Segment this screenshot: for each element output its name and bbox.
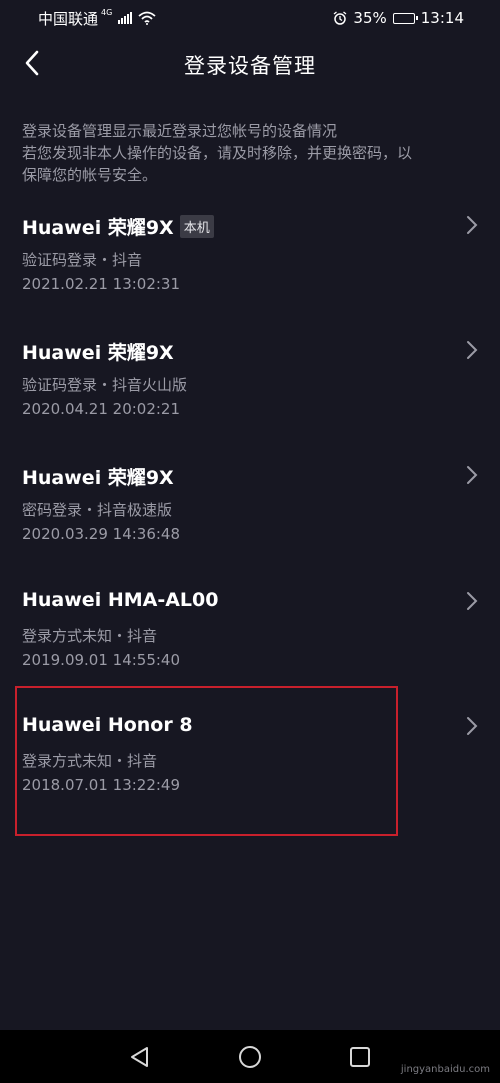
- description: 登录设备管理显示最近登录过您帐号的设备情况 若您发现非本人操作的设备，请及时移除…: [22, 120, 482, 186]
- login-method: 登录方式未知・抖音: [22, 627, 158, 645]
- login-time: 2019.09.01 14:55:40: [22, 651, 181, 669]
- device-name: Huawei 荣耀9X: [22, 467, 174, 489]
- device-name-row: Huawei 荣耀9X: [22, 338, 174, 365]
- device-item[interactable]: Huawei HMA-AL00 登录方式未知・抖音 2019.09.01 14:…: [0, 589, 500, 699]
- description-line: 登录设备管理显示最近登录过您帐号的设备情况: [22, 122, 338, 140]
- device-item[interactable]: Huawei Honor 8 登录方式未知・抖音 2018.07.01 13:2…: [0, 714, 500, 824]
- status-left: 中国联通 4G: [38, 8, 156, 29]
- login-method: 登录方式未知・抖音: [22, 752, 158, 770]
- device-name: Huawei 荣耀9X: [22, 342, 174, 364]
- chevron-right-icon: [467, 341, 478, 359]
- description-line: 若您发现非本人操作的设备，请及时移除，并更换密码，以: [22, 144, 413, 162]
- device-item[interactable]: Huawei 荣耀9X 本机 验证码登录・抖音 2021.02.21 13:02…: [0, 213, 500, 323]
- chevron-right-icon: [467, 466, 478, 484]
- device-name: Huawei Honor 8: [22, 714, 193, 736]
- triangle-back-icon: [131, 1046, 148, 1067]
- description-line: 保障您的帐号安全。: [22, 166, 158, 184]
- device-item[interactable]: Huawei 荣耀9X 验证码登录・抖音火山版 2020.04.21 20:02…: [0, 338, 500, 448]
- status-bar: 中国联通 4G 35% 13:14: [0, 0, 500, 36]
- watermark: jingyanbaidu.com: [400, 1064, 490, 1075]
- recents-nav-button[interactable]: [345, 1042, 375, 1072]
- login-method: 验证码登录・抖音火山版: [22, 376, 188, 394]
- back-nav-button[interactable]: [125, 1042, 155, 1072]
- home-nav-button[interactable]: [235, 1042, 265, 1072]
- device-name-row: Huawei 荣耀9X: [22, 463, 174, 490]
- network-type: 4G: [101, 7, 113, 17]
- status-right: 35% 13:14: [333, 9, 464, 27]
- page-title: 登录设备管理: [184, 54, 316, 78]
- chevron-right-icon: [467, 592, 478, 610]
- square-recents-icon: [350, 1046, 370, 1067]
- device-item[interactable]: Huawei 荣耀9X 密码登录・抖音极速版 2020.03.29 14:36:…: [0, 463, 500, 573]
- signal-icon: [118, 12, 133, 24]
- header: 登录设备管理: [0, 36, 500, 92]
- device-name: Huawei HMA-AL00: [22, 589, 219, 611]
- device-name-row: Huawei 荣耀9X 本机: [22, 213, 214, 240]
- login-method: 验证码登录・抖音: [22, 251, 143, 269]
- battery-percent: 35%: [353, 9, 387, 27]
- login-time: 2021.02.21 13:02:31: [22, 275, 181, 293]
- current-device-badge: 本机: [179, 215, 214, 238]
- clock: 13:14: [420, 9, 464, 27]
- navigation-bar: jingyanbaidu.com: [0, 1030, 500, 1083]
- circle-home-icon: [239, 1045, 261, 1068]
- login-method: 密码登录・抖音极速版: [22, 501, 173, 519]
- alarm-icon: [334, 11, 347, 25]
- battery-icon: [392, 12, 418, 24]
- carrier-label: 中国联通: [38, 9, 99, 28]
- device-name-row: Huawei Honor 8: [22, 714, 193, 736]
- screen: 中国联通 4G 35% 13:14 登录设备管理 登录设备管理显示最近登录过您帐…: [0, 0, 500, 1083]
- device-name-row: Huawei HMA-AL00: [22, 589, 218, 611]
- login-time: 2020.03.29 14:36:48: [22, 525, 181, 543]
- login-time: 2018.07.01 13:22:49: [22, 776, 181, 794]
- chevron-right-icon: [467, 717, 478, 735]
- wifi-icon: [138, 11, 156, 25]
- login-time: 2020.04.21 20:02:21: [22, 400, 181, 418]
- device-name: Huawei 荣耀9X: [22, 217, 174, 239]
- chevron-right-icon: [467, 216, 478, 234]
